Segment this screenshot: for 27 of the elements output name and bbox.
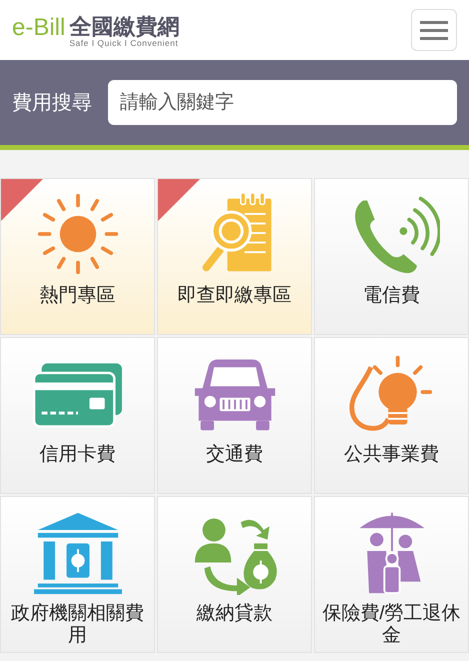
tagline: Safe I Quick I Convenient <box>69 38 180 48</box>
category-tile[interactable]: 電信費 <box>314 178 469 335</box>
tile-label: 熱門專區 <box>38 285 116 307</box>
corner-ribbon-icon <box>158 179 200 221</box>
tile-label: 政府機關相關費用 <box>10 603 145 647</box>
logo-title: 全國繳費網 <box>69 16 180 38</box>
category-tile[interactable]: 交通費 <box>157 337 312 494</box>
tile-label: 保險費/勞工退休金 <box>321 603 462 647</box>
category-tile[interactable]: 保險費/勞工退休金 <box>314 496 469 653</box>
corner-ribbon-icon <box>1 179 43 221</box>
category-tile[interactable]: 政府機關相關費用 <box>0 496 155 653</box>
menu-icon <box>420 20 448 40</box>
menu-button[interactable] <box>411 9 457 51</box>
category-tile[interactable]: 熱門專區 <box>0 178 155 335</box>
category-tile[interactable]: 繳納貸款 <box>157 496 312 653</box>
tile-label: 公共事業費 <box>343 444 440 466</box>
category-tile[interactable]: 公共事業費 <box>314 337 469 494</box>
search-label: 費用搜尋 <box>12 90 92 116</box>
tile-label: 信用卡費 <box>38 444 116 466</box>
search-field[interactable]: 請輸入關鍵字 <box>108 80 457 125</box>
logo-mark: e-Bill <box>12 16 66 40</box>
tile-label: 電信費 <box>362 285 421 307</box>
tile-label: 交通費 <box>205 444 264 466</box>
tile-label: 繳納貸款 <box>196 603 274 625</box>
tile-label: 即查即繳專區 <box>176 285 292 307</box>
category-tile[interactable]: 信用卡費 <box>0 337 155 494</box>
category-tile[interactable]: 即查即繳專區 <box>157 178 312 335</box>
